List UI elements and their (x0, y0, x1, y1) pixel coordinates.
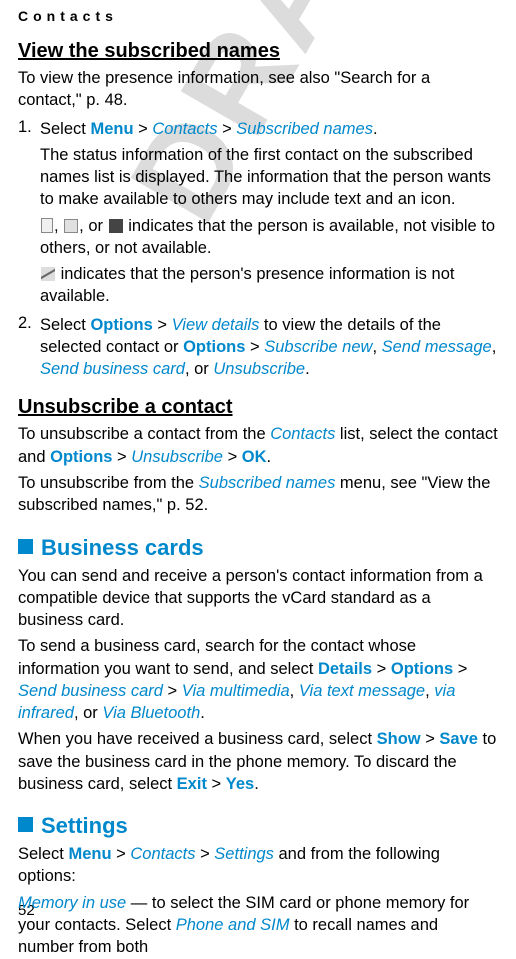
paragraph: You can send and receive a person's cont… (18, 565, 498, 632)
heading-view-subscribed: View the subscribed names (18, 40, 498, 63)
paragraph: Select Menu > Contacts > Settings and fr… (18, 843, 498, 888)
heading-business-cards: Business cards (18, 535, 498, 561)
step-text: Select Options > View details to view th… (40, 314, 498, 381)
presence-unavailable-icon (109, 219, 123, 233)
paragraph: To send a business card, search for the … (18, 635, 498, 724)
paragraph: When you have received a business card, … (18, 728, 498, 795)
step-text: The status information of the first cont… (40, 144, 498, 211)
paragraph: To view the presence information, see al… (18, 67, 498, 112)
step-text: Select Menu > Contacts > Subscribed name… (40, 118, 498, 140)
square-bullet-icon (18, 539, 33, 554)
presence-hidden-icon (64, 219, 78, 233)
presence-unknown-icon (41, 267, 55, 281)
header-category: Contacts (18, 8, 498, 24)
presence-available-icon (41, 218, 53, 233)
paragraph: Memory in use — to select the SIM card o… (18, 892, 498, 959)
step-number: 2. (18, 314, 40, 381)
square-bullet-icon (18, 817, 33, 832)
paragraph: To unsubscribe from the Subscribed names… (18, 472, 498, 517)
step-text: , , or indicates that the person is avai… (40, 215, 498, 260)
step-text: indicates that the person's presence inf… (40, 263, 498, 308)
heading-settings: Settings (18, 813, 498, 839)
paragraph: To unsubscribe a contact from the Contac… (18, 423, 498, 468)
heading-unsubscribe: Unsubscribe a contact (18, 396, 498, 419)
step-number: 1. (18, 118, 40, 308)
